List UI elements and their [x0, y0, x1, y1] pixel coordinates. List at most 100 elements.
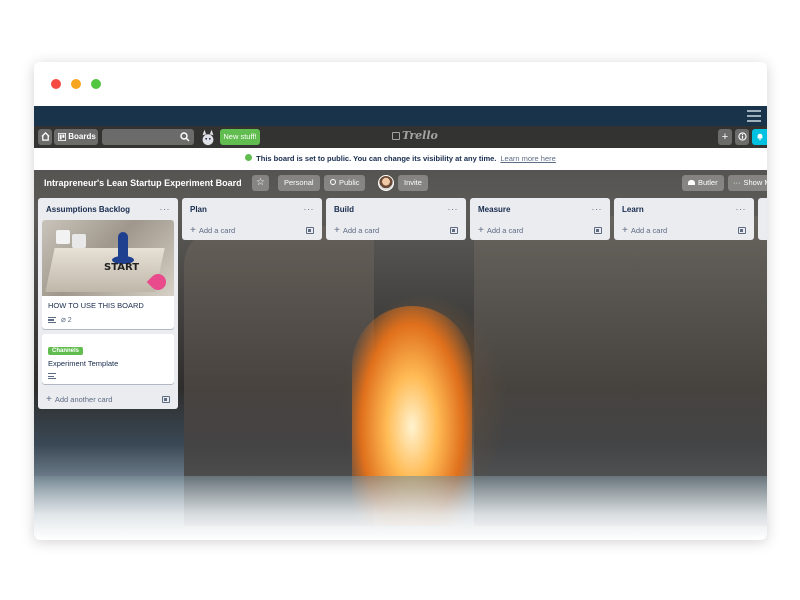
- list-header: Measure ···: [470, 198, 610, 220]
- hamburger-menu-icon[interactable]: [747, 110, 761, 122]
- trello-app: Boards New stuff! Trello + This board is…: [34, 106, 767, 540]
- public-visibility-button[interactable]: Public: [324, 175, 366, 191]
- plus-icon: +: [190, 224, 196, 236]
- list-header: Learn ···: [614, 198, 754, 220]
- card-template-icon[interactable]: [162, 395, 170, 403]
- info-icon: [737, 132, 747, 142]
- home-button[interactable]: [38, 129, 52, 145]
- card-label-channels: Channels: [48, 347, 84, 355]
- board-header: Intrapreneur's Lean Startup Experiment B…: [34, 170, 767, 196]
- card-badges: ⌀ 2: [48, 315, 168, 324]
- show-menu-button[interactable]: ···Show Menu: [728, 175, 767, 191]
- plus-icon: +: [46, 393, 52, 405]
- plus-icon: +: [478, 224, 484, 236]
- browser-window: Boards New stuff! Trello + This board is…: [34, 62, 767, 540]
- public-visibility-notice: This board is set to public. You can cha…: [34, 148, 767, 170]
- list-menu-icon[interactable]: ···: [736, 204, 747, 214]
- trello-header-bar: Boards New stuff! Trello +: [34, 126, 767, 148]
- card-badges: [48, 373, 168, 379]
- add-card-label: Add another card: [54, 394, 113, 404]
- add-a-card-button[interactable]: + Add a card: [470, 220, 610, 240]
- boards-button-label: Boards: [68, 132, 96, 141]
- list-menu-icon[interactable]: ···: [304, 204, 315, 214]
- card-experiment-template[interactable]: Channels Experiment Template: [42, 334, 174, 384]
- trello-logo-text: Trello: [402, 129, 438, 142]
- learn-more-link[interactable]: Learn more here: [500, 154, 555, 163]
- list-title[interactable]: Build: [334, 205, 354, 214]
- paperclip-icon: ⌀: [61, 315, 66, 324]
- list-header: Plan ···: [182, 198, 322, 220]
- info-button[interactable]: [735, 129, 749, 145]
- show-menu-label: Show Menu: [743, 178, 768, 187]
- notifications-button[interactable]: [752, 129, 767, 145]
- card-how-to-use[interactable]: START HOW TO USE THIS BOARD ⌀ 2: [42, 220, 174, 329]
- butler-icon: [688, 180, 695, 185]
- card-cover-image: START: [42, 220, 174, 296]
- globe-small-icon: [330, 179, 336, 185]
- trello-logo-icon: [392, 132, 400, 140]
- butler-label: Butler: [698, 178, 718, 187]
- card-title: HOW TO USE THIS BOARD: [48, 301, 144, 310]
- description-icon: [48, 316, 56, 323]
- add-another-list-partial[interactable]: [758, 198, 767, 240]
- card-template-icon[interactable]: [594, 226, 602, 234]
- list-header: Assumptions Backlog ···: [38, 198, 178, 220]
- list-assumptions-backlog[interactable]: Assumptions Backlog ··· START HOW TO USE…: [38, 198, 178, 409]
- add-a-card-button[interactable]: + Add a card: [326, 220, 466, 240]
- member-avatar[interactable]: [378, 175, 394, 191]
- butler-button[interactable]: Butler: [682, 175, 724, 191]
- list-title[interactable]: Measure: [478, 205, 510, 214]
- home-icon: [40, 132, 50, 142]
- list-build[interactable]: Build ··· + Add a card: [326, 198, 466, 240]
- list-menu-icon[interactable]: ···: [592, 204, 603, 214]
- add-card-label: Add a card: [198, 225, 236, 235]
- add-a-card-button[interactable]: + Add a card: [614, 220, 754, 240]
- close-window-button[interactable]: [51, 79, 61, 89]
- add-card-label: Add a card: [342, 225, 380, 235]
- invite-button[interactable]: Invite: [398, 175, 428, 191]
- list-plan[interactable]: Plan ··· + Add a card: [182, 198, 322, 240]
- cover-start-text: START: [104, 262, 140, 273]
- star-icon: ☆: [256, 177, 265, 188]
- cover-dice: [56, 230, 70, 244]
- list-title[interactable]: Learn: [622, 205, 644, 214]
- card-body: HOW TO USE THIS BOARD ⌀ 2: [42, 296, 174, 329]
- public-label: Public: [339, 178, 360, 187]
- top-navbar: [34, 106, 767, 126]
- card-title: Experiment Template: [48, 359, 119, 368]
- more-icon: ···: [733, 178, 741, 187]
- maximize-window-button[interactable]: [91, 79, 101, 89]
- notice-text: This board is set to public. You can cha…: [256, 154, 497, 163]
- search-icon[interactable]: [180, 132, 190, 142]
- list-title[interactable]: Plan: [190, 205, 207, 214]
- plus-icon: +: [334, 224, 340, 236]
- taco-mascot-icon[interactable]: [199, 128, 217, 146]
- list-menu-icon[interactable]: ···: [160, 204, 171, 214]
- minimize-window-button[interactable]: [71, 79, 81, 89]
- card-template-icon[interactable]: [306, 226, 314, 234]
- list-title[interactable]: Assumptions Backlog: [46, 205, 130, 214]
- card-body: Channels Experiment Template: [42, 334, 174, 384]
- attachment-count: 2: [67, 317, 72, 324]
- list-learn[interactable]: Learn ··· + Add a card: [614, 198, 754, 240]
- new-stuff-button[interactable]: New stuff!: [220, 129, 260, 145]
- plus-icon: +: [721, 131, 729, 143]
- team-visibility-button[interactable]: Personal: [278, 175, 320, 191]
- list-menu-icon[interactable]: ···: [448, 204, 459, 214]
- add-a-card-button[interactable]: + Add a card: [182, 220, 322, 240]
- boards-button[interactable]: Boards: [54, 129, 98, 145]
- bell-icon: [757, 134, 762, 141]
- board-lists: Assumptions Backlog ··· START HOW TO USE…: [34, 198, 767, 538]
- add-card-label: Add a card: [630, 225, 668, 235]
- list-header: Build ···: [326, 198, 466, 220]
- list-measure[interactable]: Measure ··· + Add a card: [470, 198, 610, 240]
- attachment-badge: ⌀ 2: [61, 315, 72, 324]
- trello-logo[interactable]: Trello: [392, 129, 438, 142]
- star-board-button[interactable]: ☆: [252, 175, 269, 191]
- card-template-icon[interactable]: [450, 226, 458, 234]
- create-button[interactable]: +: [718, 129, 732, 145]
- add-another-card-button[interactable]: + Add another card: [38, 389, 178, 409]
- add-card-label: Add a card: [486, 225, 524, 235]
- card-template-icon[interactable]: [738, 226, 746, 234]
- board-title[interactable]: Intrapreneur's Lean Startup Experiment B…: [44, 178, 242, 188]
